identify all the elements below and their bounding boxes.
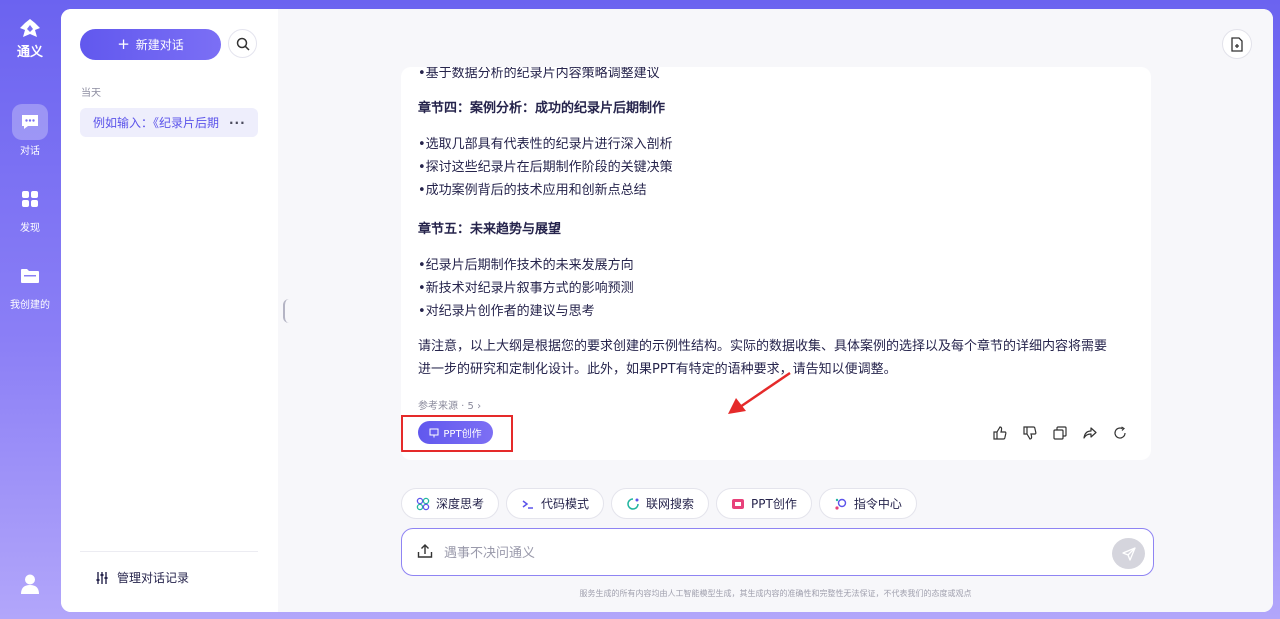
tool-ppt-create[interactable]: PPT创作 xyxy=(716,488,812,519)
app-logo[interactable]: 通义 xyxy=(12,18,48,60)
section-label-today: 当天 xyxy=(81,88,101,99)
command-icon xyxy=(835,498,847,510)
new-document-button[interactable] xyxy=(1222,29,1252,59)
collapse-sidebar-handle[interactable] xyxy=(283,299,289,323)
app-name: 通义 xyxy=(16,45,43,60)
tool-label: 深度思考 xyxy=(436,497,485,511)
tool-label: 联网搜索 xyxy=(646,497,695,511)
tool-label: 代码模式 xyxy=(541,497,590,511)
tool-code-mode[interactable]: 代码模式 xyxy=(506,488,605,519)
answer-bullet: •纪录片后期制作技术的未来发展方向 xyxy=(418,258,634,273)
left-rail: 通义 对话 发现 我创建的 xyxy=(0,0,60,619)
rail-item-chat[interactable]: 对话 xyxy=(0,104,60,157)
new-chat-label: 新建对话 xyxy=(135,38,184,52)
ppt-icon xyxy=(732,498,745,509)
grid-icon xyxy=(12,181,48,217)
search-button[interactable] xyxy=(228,29,257,58)
answer-bullet: •基于数据分析的纪录片内容策略调整建议 xyxy=(418,67,660,81)
answer-bullet: •新技术对纪录片叙事方式的影响预测 xyxy=(418,281,634,296)
folder-icon xyxy=(12,258,48,294)
tool-deep-think[interactable]: 深度思考 xyxy=(401,488,500,519)
ppt-create-label: PPT创作 xyxy=(443,429,482,440)
search-icon xyxy=(236,37,250,51)
plus-icon: + xyxy=(117,35,130,53)
answer-bullet: •选取几部具有代表性的纪录片进行深入剖析 xyxy=(418,137,673,152)
rail-item-label: 对话 xyxy=(20,146,40,157)
answer-note-line: 请注意，以上大纲是根据您的要求创建的示例性结构。实际的数据收集、具体案例的选择以… xyxy=(418,339,1108,354)
answer-section-title: 章节五：未来趋势与展望 xyxy=(418,222,562,237)
code-icon xyxy=(522,499,534,509)
chat-input[interactable] xyxy=(444,542,1084,564)
copy-icon[interactable] xyxy=(1051,424,1069,442)
history-sidebar: + 新建对话 当天 例如输入：《纪录片后期 ··· 管理对话记录 xyxy=(61,9,278,612)
rail-item-my-created[interactable]: 我创建的 xyxy=(0,258,60,311)
manage-history-label: 管理对话记录 xyxy=(117,571,190,585)
rail-item-label: 我创建的 xyxy=(10,300,50,311)
answer-actions xyxy=(991,424,1129,442)
rail-item-discover[interactable]: 发现 xyxy=(0,181,60,234)
send-icon xyxy=(1121,546,1136,561)
presentation-icon xyxy=(429,428,439,437)
deep-think-icon xyxy=(416,497,430,510)
sliders-icon xyxy=(96,571,108,584)
thumbs-down-icon[interactable] xyxy=(1021,424,1039,442)
tool-command-center[interactable]: 指令中心 xyxy=(818,488,917,519)
more-options-icon[interactable]: ··· xyxy=(229,116,246,130)
upload-icon[interactable] xyxy=(417,543,433,563)
new-chat-button[interactable]: + 新建对话 xyxy=(80,29,221,60)
history-item-title: 例如输入：《纪录片后期 xyxy=(93,116,220,130)
reference-sources-link[interactable]: 参考来源 · 5 › xyxy=(418,397,481,412)
chat-bubble-icon xyxy=(12,104,48,140)
answer-section-title: 章节四：案例分析：成功的纪录片后期制作 xyxy=(418,101,666,116)
annotation-arrow-icon xyxy=(728,371,791,414)
rail-item-label: 发现 xyxy=(20,223,40,234)
user-icon[interactable] xyxy=(20,573,40,595)
thumbs-up-icon[interactable] xyxy=(991,424,1009,442)
answer-bullet: •对纪录片创作者的建议与思考 xyxy=(418,304,595,319)
tool-label: PPT创作 xyxy=(751,497,797,511)
chat-input-box xyxy=(401,528,1154,576)
manage-history-button[interactable]: 管理对话记录 xyxy=(95,569,189,586)
document-add-icon xyxy=(1231,36,1243,52)
share-icon[interactable] xyxy=(1081,424,1099,442)
tool-label: 指令中心 xyxy=(853,497,902,511)
chat-area: •基于数据分析的纪录片内容策略调整建议 章节四：案例分析：成功的纪录片后期制作 … xyxy=(278,9,1273,612)
divider xyxy=(80,551,258,552)
tongyi-logo-icon xyxy=(20,19,40,37)
web-search-icon xyxy=(627,497,639,510)
tool-chips: 深度思考 代码模式 联网搜索 PPT创作 指令中心 xyxy=(401,488,917,519)
regenerate-icon[interactable] xyxy=(1111,424,1129,442)
send-button[interactable] xyxy=(1112,538,1145,569)
disclaimer-text: 服务生成的所有内容均由人工智能模型生成，其生成内容的准确性和完整性无法保证，不代… xyxy=(579,589,972,598)
tool-web-search[interactable]: 联网搜索 xyxy=(611,488,710,519)
answer-bullet: •成功案例背后的技术应用和创新点总结 xyxy=(418,183,647,198)
ppt-create-button[interactable]: PPT创作 xyxy=(418,421,493,444)
main-panel: + 新建对话 当天 例如输入：《纪录片后期 ··· 管理对话记录 •基于数据分析… xyxy=(61,9,1273,612)
chevron-right-icon: › xyxy=(477,401,482,412)
reference-sources-label: 参考来源 · 5 xyxy=(418,401,474,412)
answer-bullet: •探讨这些纪录片在后期制作阶段的关键决策 xyxy=(418,160,673,175)
history-item[interactable]: 例如输入：《纪录片后期 ··· xyxy=(80,108,258,137)
